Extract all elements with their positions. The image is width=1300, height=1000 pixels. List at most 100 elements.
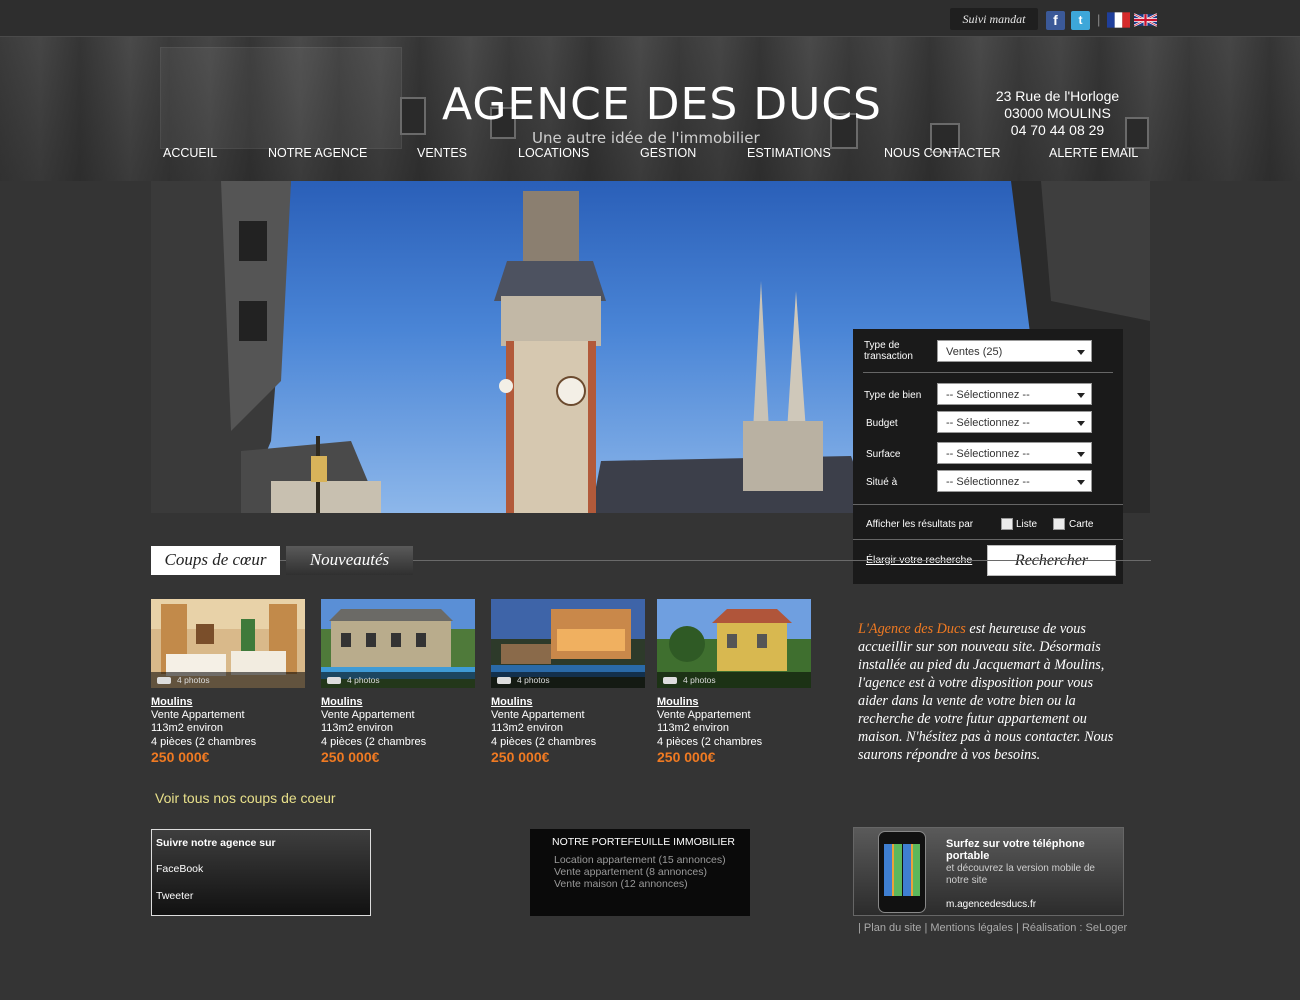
main-nav: ACCUEIL NOTRE AGENCE VENTES LOCATIONS GE… <box>150 146 1150 164</box>
situe-select-value: -- Sélectionnez -- <box>946 476 1030 488</box>
intro-text: L'Agence des Ducs est heureuse de vous a… <box>858 620 1124 764</box>
listing-city[interactable]: Moulins <box>321 696 363 708</box>
transaction-label: Type de transaction <box>864 340 913 362</box>
nav-gestion[interactable]: GESTION <box>640 146 696 160</box>
address-street: 23 Rue de l'Horloge <box>995 88 1120 104</box>
voir-tous-coups-de-coeur-link[interactable]: Voir tous nos coups de coeur <box>155 790 336 806</box>
transaction-select[interactable]: Ventes (25) <box>937 340 1092 362</box>
liste-checkbox[interactable] <box>1001 518 1013 530</box>
type-bien-select-value: -- Sélectionnez -- <box>946 389 1030 401</box>
carte-label: Carte <box>1069 519 1094 530</box>
facebook-link[interactable]: FaceBook <box>156 863 203 875</box>
listing-city[interactable]: Moulins <box>151 696 193 708</box>
top-bar: Suivi mandat f t | <box>0 0 1300 37</box>
footer-links: | Plan du site | Mentions légales | Réal… <box>858 922 1127 934</box>
budget-select-value: -- Sélectionnez -- <box>946 417 1030 429</box>
type-bien-select[interactable]: -- Sélectionnez -- <box>937 383 1092 405</box>
camera-icon <box>497 677 511 685</box>
site-logo[interactable]: AGENCE DES DUCS <box>442 79 882 130</box>
site-tagline: Une autre idée de l'immobilier <box>532 129 760 147</box>
tab-nouveautes[interactable]: Nouveautés <box>286 546 413 575</box>
address-phone: 04 70 44 08 29 <box>1010 122 1105 138</box>
portfolio-title: NOTRE PORTEFEUILLE IMMOBILIER <box>552 836 736 848</box>
portfolio-box: NOTRE PORTEFEUILLE IMMOBILIER Location a… <box>530 829 750 916</box>
listing-rooms: 4 pièces (2 chambres <box>657 736 763 748</box>
budget-label: Budget <box>866 418 898 429</box>
uk-flag-icon[interactable] <box>1134 11 1157 29</box>
listing-surface: 113m2 environ <box>321 722 393 734</box>
facebook-icon[interactable]: f <box>1046 11 1065 30</box>
mobile-url[interactable]: m.agencedesducs.fr <box>946 899 1036 910</box>
listing-surface: 113m2 environ <box>657 722 729 734</box>
phone-screen <box>884 844 920 896</box>
listing-surface: 113m2 environ <box>491 722 563 734</box>
portfolio-item[interactable]: Vente appartement (8 annonces) <box>554 866 707 878</box>
type-bien-label: Type de bien <box>864 390 922 401</box>
budget-select[interactable]: -- Sélectionnez -- <box>937 411 1092 433</box>
follow-title: Suivre notre agence sur <box>156 837 276 849</box>
camera-icon <box>157 677 171 685</box>
situe-select[interactable]: -- Sélectionnez -- <box>937 470 1092 492</box>
listing-photo[interactable]: 4 photos <box>321 599 475 688</box>
listing-card[interactable]: 4 photos Moulins Vente Appartement 113m2… <box>491 599 647 769</box>
nav-nous-contacter[interactable]: NOUS CONTACTER <box>884 146 1000 160</box>
listing-rooms: 4 pièces (2 chambres <box>491 736 597 748</box>
agency-address: 23 Rue de l'Horloge 03000 MOULINS 04 70 … <box>990 88 1125 139</box>
listing-city[interactable]: Moulins <box>657 696 699 708</box>
listing-card[interactable]: 4 photos Moulins Vente Appartement 113m2… <box>321 599 477 769</box>
listing-price: 250 000€ <box>321 749 380 765</box>
french-flag-icon[interactable] <box>1107 11 1130 29</box>
nav-notre-agence[interactable]: NOTRE AGENCE <box>268 146 367 160</box>
portfolio-item[interactable]: Location appartement (15 annonces) <box>554 854 726 866</box>
chevron-down-icon <box>1077 452 1085 457</box>
surface-label: Surface <box>866 449 901 460</box>
situe-label: Situé à <box>866 477 898 488</box>
suivi-mandat-button[interactable]: Suivi mandat <box>950 8 1038 30</box>
listing-card[interactable]: 4 photos Moulins Vente Appartement 113m2… <box>151 599 307 769</box>
footer-separator: | <box>858 922 861 934</box>
realisation-link[interactable]: Réalisation : SeLoger <box>1022 922 1127 934</box>
photos-count-label: 4 photos <box>517 675 550 685</box>
intro-highlight: L'Agence des Ducs <box>858 621 966 637</box>
photos-count-label: 4 photos <box>683 675 716 685</box>
tab-coups-de-coeur[interactable]: Coups de cœur <box>151 546 280 575</box>
nav-estimations[interactable]: ESTIMATIONS <box>747 146 831 160</box>
listing-price: 250 000€ <box>491 749 550 765</box>
listing-rooms: 4 pièces (2 chambres <box>321 736 427 748</box>
listing-photo[interactable]: 4 photos <box>151 599 305 688</box>
mobile-site-banner[interactable]: Surfez sur votre téléphone portable et d… <box>853 827 1124 916</box>
surface-select[interactable]: -- Sélectionnez -- <box>937 442 1092 464</box>
listing-photo[interactable]: 4 photos <box>491 599 645 688</box>
mentions-legales-link[interactable]: Mentions légales <box>930 922 1013 934</box>
header-building-decoration <box>160 47 402 149</box>
chevron-down-icon <box>1077 421 1085 426</box>
carte-checkbox[interactable] <box>1053 518 1065 530</box>
chevron-down-icon <box>1077 350 1085 355</box>
results-display-label: Afficher les résultats par <box>866 519 974 530</box>
listing-type: Vente Appartement <box>321 709 415 721</box>
listing-city[interactable]: Moulins <box>491 696 533 708</box>
listing-photo[interactable]: 4 photos <box>657 599 811 688</box>
footer-separator: | <box>924 922 928 934</box>
photos-count-label: 4 photos <box>177 675 210 685</box>
photos-count: 4 photos <box>151 672 305 688</box>
photos-count: 4 photos <box>491 672 645 688</box>
portfolio-item[interactable]: Vente maison (12 annonces) <box>554 878 688 890</box>
twitter-icon[interactable]: t <box>1071 11 1090 30</box>
nav-locations[interactable]: LOCATIONS <box>518 146 589 160</box>
listing-rooms: 4 pièces (2 chambres <box>151 736 257 748</box>
footer-separator: | <box>1016 922 1019 934</box>
plan-du-site-link[interactable]: Plan du site <box>864 922 921 934</box>
listing-surface: 113m2 environ <box>151 722 223 734</box>
nav-alerte-email[interactable]: ALERTE EMAIL <box>1049 146 1138 160</box>
listing-card[interactable]: 4 photos Moulins Vente Appartement 113m2… <box>657 599 813 769</box>
camera-icon <box>327 677 341 685</box>
divider <box>853 539 1123 540</box>
tweeter-link[interactable]: Tweeter <box>156 890 193 902</box>
photos-count-label: 4 photos <box>347 675 380 685</box>
nav-accueil[interactable]: ACCUEIL <box>163 146 217 160</box>
listing-price: 250 000€ <box>151 749 210 765</box>
listing-type: Vente Appartement <box>151 709 245 721</box>
transaction-select-value: Ventes (25) <box>946 346 1003 358</box>
nav-ventes[interactable]: VENTES <box>417 146 467 160</box>
